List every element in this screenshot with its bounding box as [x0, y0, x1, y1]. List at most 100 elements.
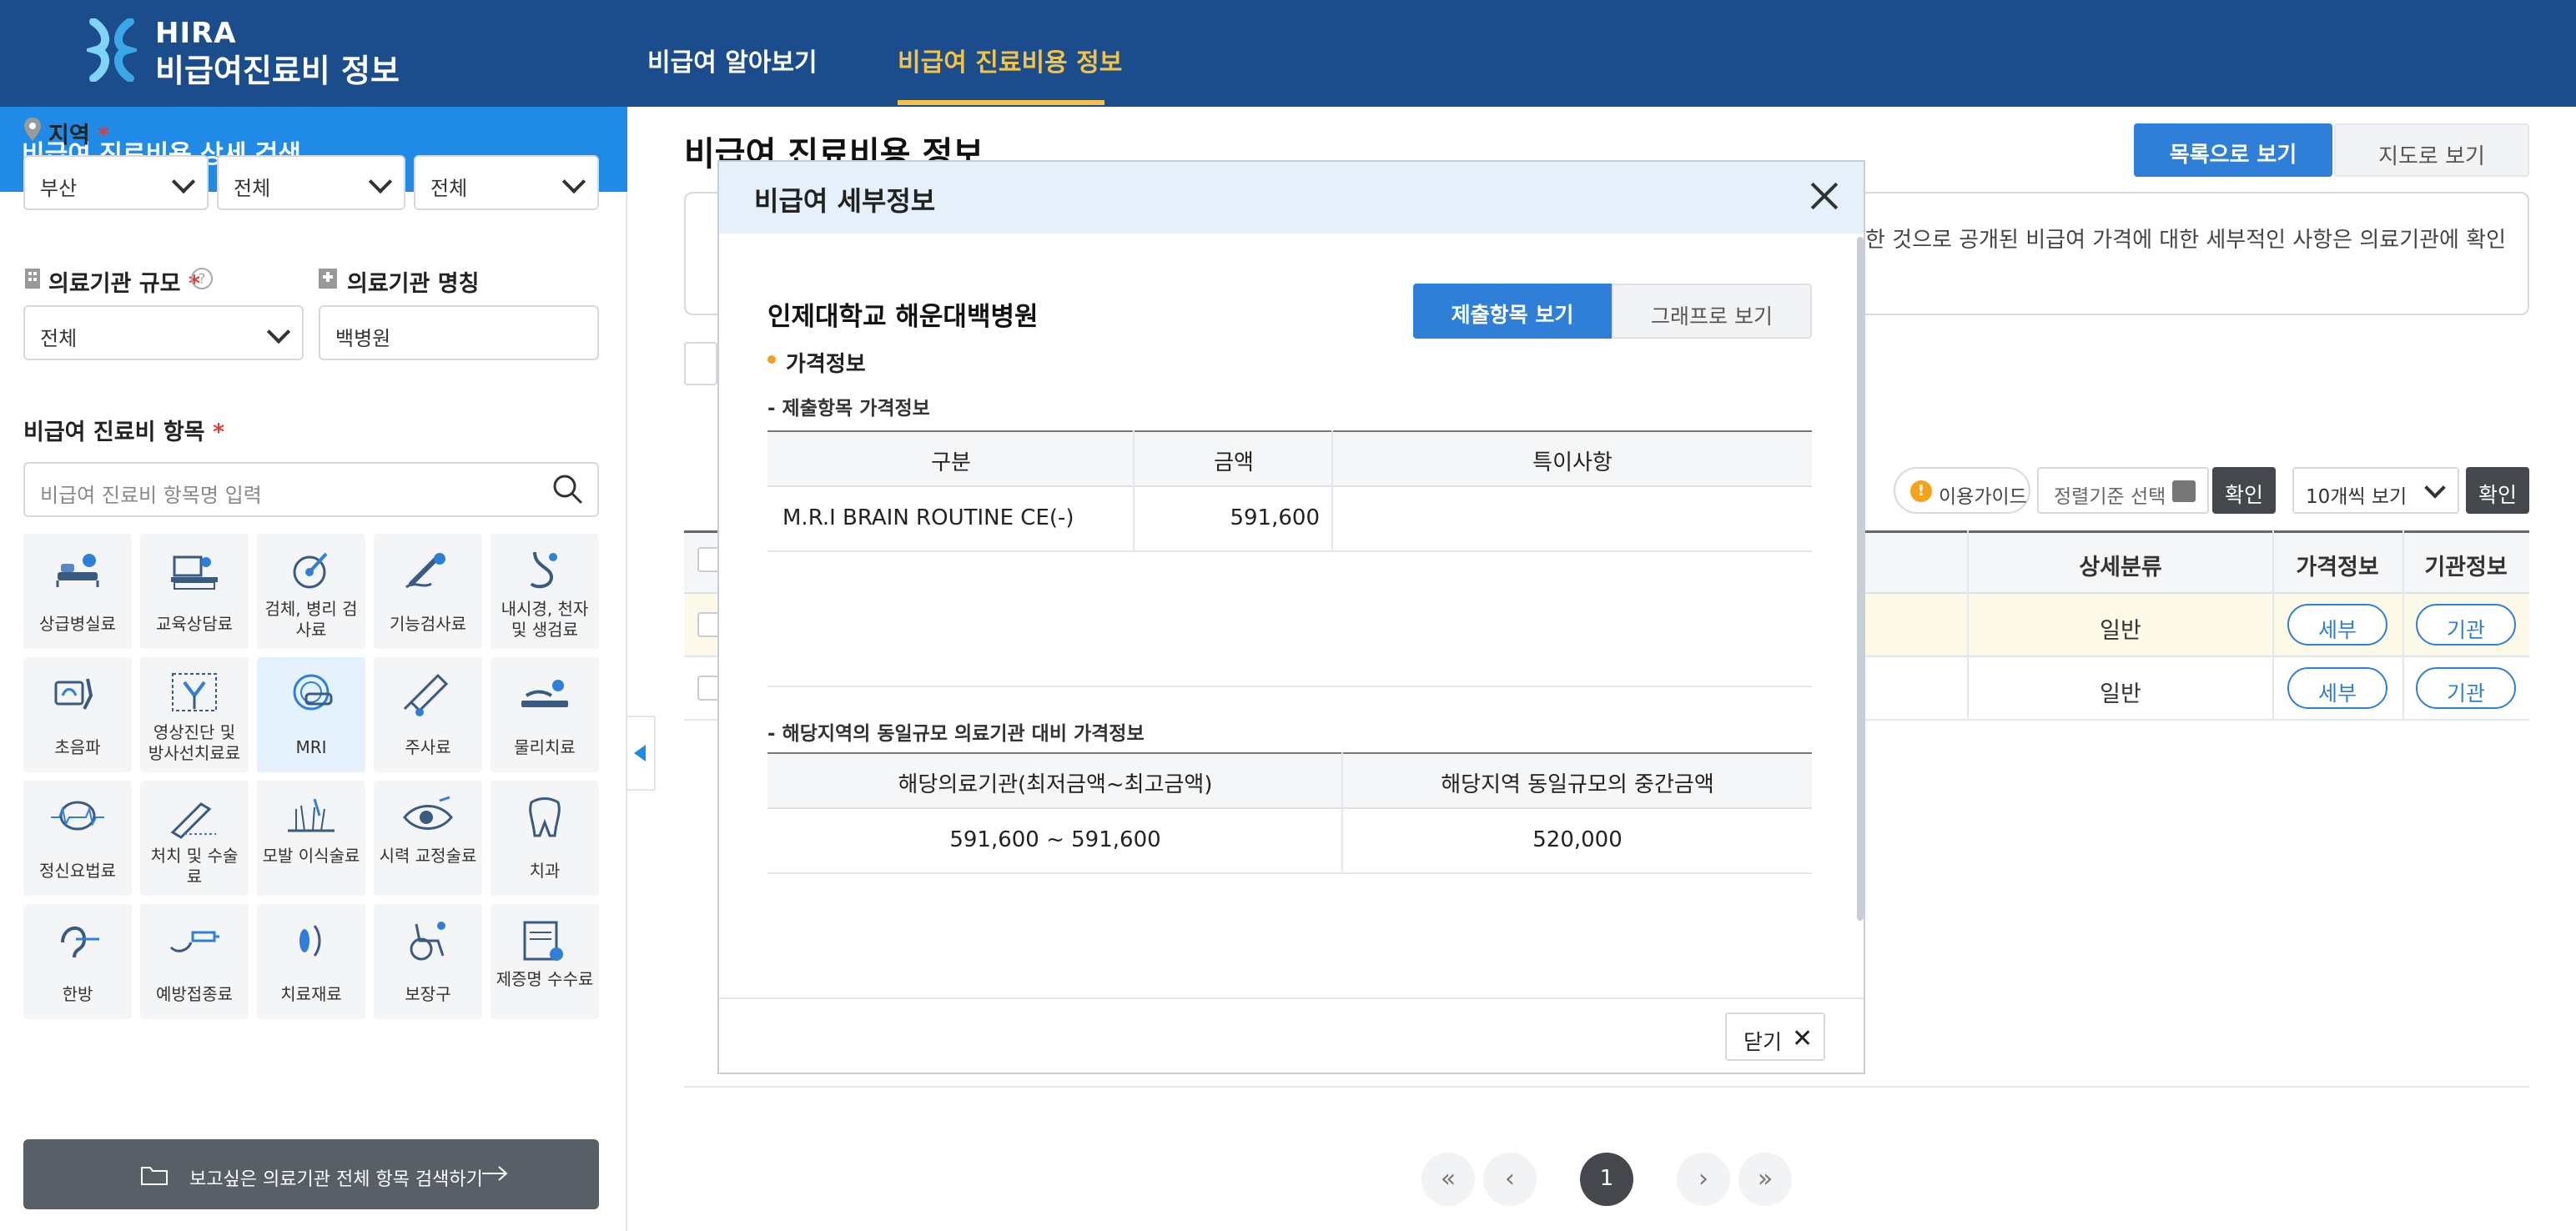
page-current[interactable]: 1 [1580, 1153, 1633, 1206]
top-header: HIRA 비급여진료비 정보 비급여 알아보기 비급여 진료비용 정보 [0, 0, 2576, 107]
category-endoscope[interactable]: 내시경, 천자 및 생검료 [491, 534, 599, 649]
category-function-test[interactable]: 기능검사료 [374, 534, 482, 649]
org-info-button[interactable]: 기관 [2416, 667, 2516, 709]
category-certificate[interactable]: 제증명 수수료 [491, 904, 599, 1019]
region-select-province[interactable]: 부산 [23, 155, 209, 210]
median-price: 520,000 [1532, 827, 1623, 852]
modal-footer-divider [719, 997, 1864, 999]
chevron-down-icon [368, 169, 393, 194]
endoscope-icon [530, 551, 557, 589]
category-mri[interactable]: MRI [257, 657, 365, 772]
content-divider [684, 1086, 2529, 1088]
page-prev-button[interactable]: ‹ [1483, 1153, 1537, 1206]
filter-select-partial[interactable] [684, 342, 717, 385]
category-eye[interactable]: 시력 교정술료 [374, 781, 482, 896]
close-icon: ✕ [1792, 1024, 1814, 1053]
hospital-name-input[interactable]: 백병원 [319, 305, 599, 360]
category-label: 보장구 [405, 984, 451, 1004]
page-next-button[interactable]: › [1677, 1153, 1730, 1206]
category-label: 기능검사료 [390, 614, 466, 634]
modal-close-button[interactable]: 닫기 ✕ [1725, 1012, 1825, 1061]
item-amount: 591,600 [1230, 505, 1320, 530]
view-list-button[interactable]: 목록으로 보기 [2134, 123, 2332, 177]
category-label: 검체, 병리 검사료 [264, 599, 358, 640]
table-divider [1341, 752, 1343, 874]
logo-text-title[interactable]: 비급여진료비 정보 [155, 45, 400, 91]
category-bed[interactable]: 상급병실료 [23, 534, 132, 649]
category-specimen[interactable]: 검체, 병리 검사료 [257, 534, 365, 649]
category-material[interactable]: 치료재료 [257, 904, 365, 1019]
item-name: M.R.I BRAIN ROUTINE CE(-) [782, 505, 1074, 530]
nav-about-noncovered[interactable]: 비급여 알아보기 [647, 42, 818, 78]
category-tooth[interactable]: 치과 [491, 781, 599, 896]
items-search-input[interactable]: 비급여 진료비 항목명 입력 [23, 462, 599, 517]
wheelchair-icon [410, 922, 445, 961]
org-info-button[interactable]: 기관 [2416, 604, 2516, 646]
category-wheelchair[interactable]: 보장구 [374, 904, 482, 1019]
tab-submitted-items[interactable]: 제출항목 보기 [1413, 284, 1612, 339]
page-last-button[interactable]: » [1738, 1153, 1792, 1206]
category-label: 내시경, 천자 및 생검료 [501, 599, 589, 640]
col-item: 구분 [931, 450, 971, 475]
sort-confirm-button[interactable]: 확인 [2212, 467, 2276, 514]
category-syringe[interactable]: 주사료 [374, 657, 482, 772]
sidebar-collapse-toggle[interactable] [627, 716, 656, 791]
price-detail-button[interactable]: 세부 [2287, 604, 2387, 646]
category-label: 제증명 수수료 [496, 969, 594, 989]
category-label: 예방접종료 [156, 984, 233, 1004]
category-acupuncture[interactable]: 한방 [23, 904, 132, 1019]
category-ultrasound[interactable]: 초음파 [23, 657, 132, 772]
tab-graph-view[interactable]: 그래프로 보기 [1612, 284, 1812, 339]
nav-noncovered-cost-info[interactable]: 비급여 진료비용 정보 [898, 42, 1122, 78]
category-counseling[interactable]: 교육상담료 [140, 534, 249, 649]
per-page-confirm-button[interactable]: 확인 [2466, 467, 2529, 514]
category-scalpel[interactable]: 처치 및 수술료 [140, 781, 249, 896]
region-label: 지역 * [48, 123, 110, 148]
category-radiology[interactable]: 영상진단 및 방사선치료료 [140, 657, 249, 772]
col-note: 특이사항 [1532, 450, 1613, 475]
hospital-name-label: 의료기관 명칭 [347, 271, 480, 297]
sort-select[interactable]: 정렬기준 선택 [2037, 467, 2209, 514]
category-label: 영상진단 및 방사선치료료 [148, 722, 241, 763]
category-vaccine[interactable]: 예방접종료 [140, 904, 249, 1019]
col-range: 해당의료기관(최저금액~최고금액) [898, 772, 1213, 797]
list-icon [2172, 480, 2196, 502]
col-amount: 금액 [1214, 450, 1254, 475]
modal-scrollbar[interactable] [1857, 237, 1864, 921]
modal-title: 비급여 세부정보 [719, 162, 1864, 234]
detail-modal: 비급여 세부정보 인제대학교 해운대백병원 제출항목 보기 그래프로 보기 가격… [717, 160, 1865, 1074]
search-all-items-button[interactable]: 보고싶은 의료기관 전체 항목 검색하기 [23, 1139, 599, 1209]
certificate-icon [523, 921, 563, 961]
brain-icon [51, 801, 104, 831]
folder-icon [141, 1167, 168, 1185]
category-label: 처치 및 수술료 [150, 846, 239, 887]
section-divider [767, 686, 1812, 687]
page-first-button[interactable]: « [1421, 1153, 1475, 1206]
submitted-price-label: - 제출항목 가격정보 [767, 398, 930, 420]
hospital-name-icon [319, 269, 337, 289]
regional-price-label: - 해당지역의 동일규모 의료기관 대비 가격정보 [767, 723, 1145, 745]
col-detail-category: 상세분류 [2079, 555, 2162, 580]
search-icon[interactable] [551, 472, 584, 505]
eye-icon [403, 796, 453, 830]
per-page-select[interactable]: 10개씩 보기 [2292, 467, 2459, 514]
region-select-district[interactable]: 전체 [414, 155, 599, 210]
category-label: 치료재료 [280, 984, 342, 1004]
usage-guide-button[interactable]: ! 이용가이드 [1894, 467, 2030, 514]
scale-select[interactable]: 전체 [23, 305, 304, 360]
close-icon[interactable] [1805, 177, 1844, 215]
region-select-city[interactable]: 전체 [217, 155, 405, 210]
radiology-icon [172, 673, 217, 711]
category-physical-therapy[interactable]: 물리치료 [491, 657, 599, 772]
category-hair[interactable]: 모발 이식술료 [257, 781, 365, 896]
category-label: 교육상담료 [156, 614, 233, 634]
svg-text:?: ? [198, 271, 205, 288]
chevron-down-icon [561, 169, 586, 194]
info-icon: ! [1910, 480, 1932, 502]
category-label: 주사료 [405, 737, 451, 757]
price-detail-button[interactable]: 세부 [2287, 667, 2387, 709]
category-brain[interactable]: 정신요법료 [23, 781, 132, 896]
chevron-down-icon [266, 319, 291, 344]
help-icon[interactable]: ? [190, 267, 214, 290]
view-map-button[interactable]: 지도로 보기 [2334, 123, 2529, 177]
